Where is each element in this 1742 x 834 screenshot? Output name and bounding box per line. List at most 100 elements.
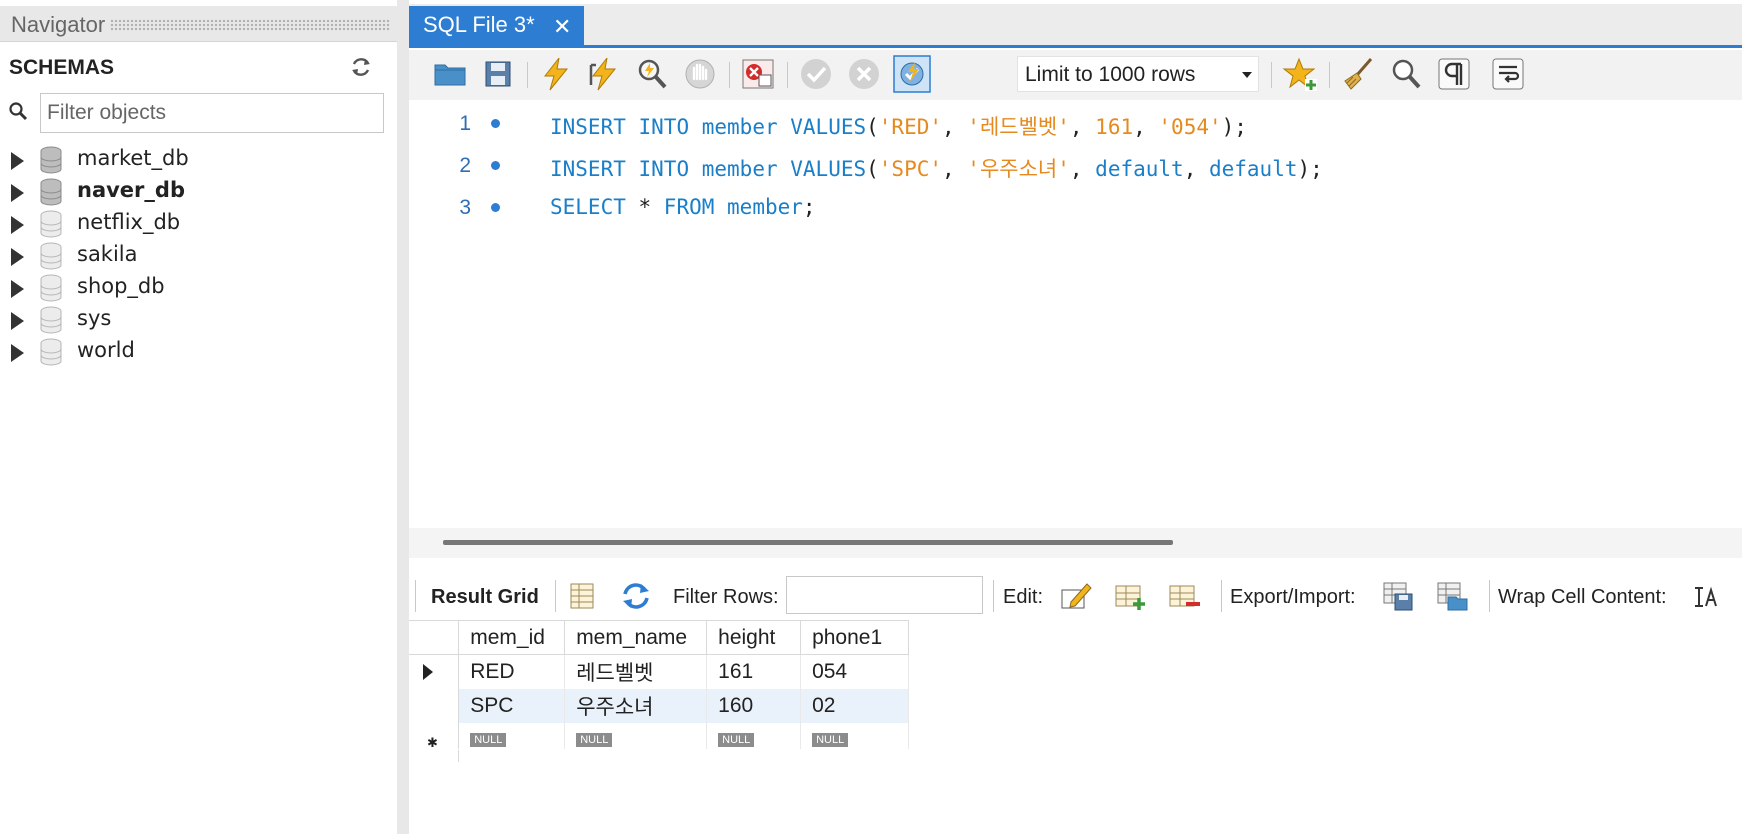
save-icon[interactable] xyxy=(479,55,517,93)
grid-cell[interactable]: SPC xyxy=(458,688,566,723)
refresh-schemas-icon[interactable] xyxy=(348,56,374,78)
export-save-icon[interactable] xyxy=(1381,580,1415,612)
column-header[interactable]: phone1 xyxy=(800,620,909,655)
row-selector[interactable] xyxy=(409,688,460,723)
rollback-x-icon[interactable] xyxy=(845,55,883,93)
line-number: 2 xyxy=(459,154,471,177)
expand-arrow-icon[interactable] xyxy=(11,184,24,202)
database-icon xyxy=(40,242,62,270)
grid-cell[interactable]: NULL xyxy=(458,722,566,749)
column-header[interactable]: mem_name xyxy=(564,620,708,655)
code-line[interactable]: 2 INSERT INTO member VALUES('SPC', '우주소녀… xyxy=(409,144,1742,182)
filter-rows-input[interactable] xyxy=(786,576,983,614)
sql-code-editor[interactable]: 1 INSERT INTO member VALUES('RED', '레드벨벳… xyxy=(409,100,1742,528)
database-icon xyxy=(40,306,62,334)
expand-arrow-icon[interactable] xyxy=(11,312,24,330)
expand-arrow-icon[interactable] xyxy=(11,344,24,362)
database-icon xyxy=(40,178,62,206)
edit-pencil-icon[interactable] xyxy=(1059,580,1093,612)
result-grid-tab[interactable]: Result Grid xyxy=(431,586,539,609)
row-selector[interactable] xyxy=(409,654,460,689)
grid-cell[interactable]: 우주소녀 xyxy=(564,688,708,723)
schema-item-shop-db[interactable]: shop_db xyxy=(0,273,397,305)
stop-on-error-icon[interactable] xyxy=(739,55,777,93)
close-icon[interactable]: ✕ xyxy=(553,14,571,40)
grid-layout-icon[interactable] xyxy=(565,580,599,612)
null-badge: NULL xyxy=(470,732,507,747)
code-text: INSERT INTO member VALUES('RED', '레드벨벳',… xyxy=(550,115,1247,139)
table-row[interactable]: RED 레드벨벳 161 054 xyxy=(409,654,909,689)
schema-item-world[interactable]: world xyxy=(0,337,397,369)
grid-cell[interactable]: 054 xyxy=(800,654,909,689)
editor-area: SQL File 3* ✕ Limit to 1000 rows 1 INSER… xyxy=(409,0,1742,834)
code-line[interactable]: 3 SELECT * FROM member; xyxy=(409,186,1742,224)
schema-name: sakila xyxy=(77,242,138,266)
toolbar-separator xyxy=(1271,62,1272,88)
statement-marker-icon xyxy=(491,203,500,212)
execute-current-lightning-icon[interactable] xyxy=(585,55,623,93)
limit-rows-select[interactable]: Limit to 1000 rows xyxy=(1017,56,1259,92)
line-number: 3 xyxy=(459,196,471,219)
expand-arrow-icon[interactable] xyxy=(11,152,24,170)
invisible-chars-pilcrow-icon[interactable] xyxy=(1435,55,1473,93)
schema-name: world xyxy=(77,338,135,362)
row-selector[interactable]: ✱ xyxy=(409,722,460,750)
toolbar-separator xyxy=(1221,580,1222,612)
commit-check-icon[interactable] xyxy=(797,55,835,93)
grid-cell[interactable]: RED xyxy=(458,654,566,689)
result-grid: mem_id mem_name height phone1 RED 레드벨벳 1… xyxy=(409,620,909,750)
limit-rows-label: Limit to 1000 rows xyxy=(1025,63,1196,86)
schema-item-sakila[interactable]: sakila xyxy=(0,241,397,273)
execute-lightning-icon[interactable] xyxy=(537,55,575,93)
expand-arrow-icon[interactable] xyxy=(11,280,24,298)
tab-sql-file-3[interactable]: SQL File 3* ✕ xyxy=(409,6,584,46)
autocommit-toggle-icon[interactable] xyxy=(893,55,931,93)
schema-item-market-db[interactable]: market_db xyxy=(0,145,397,177)
open-folder-icon[interactable] xyxy=(431,55,469,93)
filter-rows-label: Filter Rows: xyxy=(673,586,779,608)
grid-cell[interactable]: 레드벨벳 xyxy=(564,654,708,689)
navigator-panel: Navigator SCHEMAS market_db xyxy=(0,0,397,834)
explain-magnifier-icon[interactable] xyxy=(633,55,671,93)
toolbar-separator xyxy=(729,62,730,88)
schema-item-naver-db[interactable]: naver_db xyxy=(0,177,397,209)
grid-cell[interactable]: NULL xyxy=(800,722,909,749)
column-header[interactable]: mem_id xyxy=(458,620,566,655)
add-snippet-star-icon[interactable] xyxy=(1281,55,1319,93)
find-replace-magnifier-icon[interactable] xyxy=(1387,55,1425,93)
wrap-text-icon[interactable] xyxy=(1691,580,1725,612)
expand-arrow-icon[interactable] xyxy=(11,216,24,234)
insert-row-icon[interactable] xyxy=(1113,580,1147,612)
panel-splitter[interactable] xyxy=(397,0,409,834)
schemas-label: SCHEMAS xyxy=(9,56,115,79)
grid-cell[interactable]: 02 xyxy=(800,688,909,723)
database-icon xyxy=(40,210,62,238)
refresh-arrows-icon[interactable] xyxy=(619,580,653,612)
new-row[interactable]: ✱ NULL NULL NULL NULL xyxy=(409,722,909,750)
column-header[interactable]: height xyxy=(706,620,802,655)
filter-objects-input[interactable] xyxy=(40,93,384,133)
grid-cell[interactable]: NULL xyxy=(564,722,708,749)
import-open-icon[interactable] xyxy=(1435,580,1469,612)
horizontal-scrollbar[interactable] xyxy=(409,528,1742,558)
row-selector-header[interactable] xyxy=(409,620,460,655)
grid-cell[interactable]: NULL xyxy=(706,722,802,749)
schema-item-netflix-db[interactable]: netflix_db xyxy=(0,209,397,241)
schema-item-sys[interactable]: sys xyxy=(0,305,397,337)
stop-hand-icon[interactable] xyxy=(681,55,719,93)
navigator-drag-handle[interactable] xyxy=(110,19,390,31)
code-text: SELECT * FROM member; xyxy=(550,195,816,219)
scrollbar-thumb[interactable] xyxy=(443,540,1173,545)
delete-row-icon[interactable] xyxy=(1167,580,1201,612)
table-row[interactable]: SPC 우주소녀 160 02 xyxy=(409,688,909,723)
beautify-broom-icon[interactable] xyxy=(1339,55,1377,93)
code-text: INSERT INTO member VALUES('SPC', '우주소녀',… xyxy=(550,157,1323,181)
grid-cell[interactable]: 161 xyxy=(706,654,802,689)
null-badge: NULL xyxy=(576,732,613,747)
database-icon xyxy=(40,274,62,302)
schema-name: shop_db xyxy=(77,274,165,298)
word-wrap-icon[interactable] xyxy=(1489,55,1527,93)
code-line[interactable]: 1 INSERT INTO member VALUES('RED', '레드벨벳… xyxy=(409,102,1742,140)
expand-arrow-icon[interactable] xyxy=(11,248,24,266)
grid-cell[interactable]: 160 xyxy=(706,688,802,723)
